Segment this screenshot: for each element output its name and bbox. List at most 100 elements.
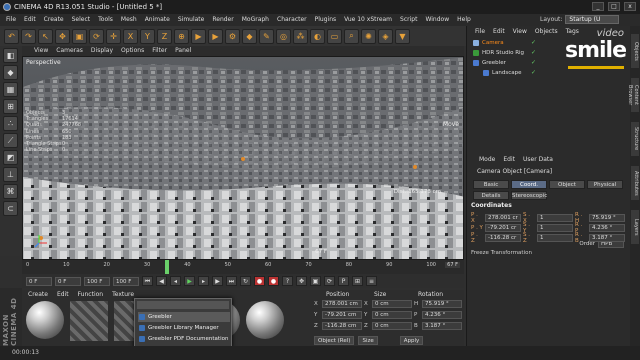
- go-to-start-icon[interactable]: ⏮: [142, 276, 153, 286]
- material-menu-function[interactable]: Function: [78, 290, 104, 299]
- coord-mode-dropdown[interactable]: Object (Rel): [314, 336, 355, 345]
- live-select-icon[interactable]: ✛: [106, 28, 121, 44]
- object-menu-file[interactable]: File: [475, 27, 485, 37]
- next-frame-icon[interactable]: ▸: [198, 276, 209, 286]
- coord-rot-field[interactable]: 3.187 °: [422, 322, 462, 330]
- tab-basic[interactable]: Basic: [473, 180, 509, 189]
- timeline-playhead[interactable]: [165, 260, 170, 274]
- select-arrow-icon[interactable]: ↖: [38, 28, 53, 44]
- minimize-button[interactable]: _: [592, 2, 604, 11]
- autokey-icon[interactable]: ●: [268, 276, 279, 286]
- material-menu-create[interactable]: Create: [28, 290, 48, 299]
- attribute-coord-field[interactable]: 4.236 °: [589, 224, 625, 232]
- attribute-coord-field[interactable]: 278.001 cr: [485, 214, 521, 222]
- scale-key-icon[interactable]: ▣: [310, 276, 321, 286]
- redo-icon[interactable]: ↷: [21, 28, 36, 44]
- workplane-icon[interactable]: ⊞: [3, 99, 18, 114]
- menu-item-window[interactable]: Window: [425, 14, 449, 26]
- key-selection-icon[interactable]: ?: [282, 276, 293, 286]
- edges-mode-icon[interactable]: ⟋: [3, 133, 18, 148]
- plugin-menu-item[interactable]: Greebler Library Manager: [138, 323, 230, 333]
- max-frame-field[interactable]: 100 F: [113, 276, 139, 286]
- coord-pos-field[interactable]: 278.001 cm: [322, 300, 362, 308]
- cube-icon[interactable]: ◆: [242, 28, 257, 44]
- scale-tool-icon[interactable]: ▣: [72, 28, 87, 44]
- model-mode-icon[interactable]: ◆: [3, 65, 18, 80]
- tab-physical[interactable]: Physical: [587, 180, 623, 189]
- play-icon[interactable]: ▶: [184, 276, 195, 286]
- points-mode-icon[interactable]: ∴: [3, 116, 18, 131]
- right-tab-content-browser[interactable]: Content Browser: [627, 78, 639, 112]
- coord-pos-field[interactable]: -116.28 cm: [322, 322, 362, 330]
- menu-item-mograph[interactable]: MoGraph: [242, 14, 269, 26]
- undo-icon[interactable]: ↶: [4, 28, 19, 44]
- visibility-check-icon[interactable]: ✓: [531, 68, 536, 78]
- prev-key-icon[interactable]: ◀: [156, 276, 167, 286]
- camera-icon[interactable]: ⌕: [344, 28, 359, 44]
- viewport-menu-display[interactable]: Display: [91, 46, 113, 56]
- attribute-menu-mode[interactable]: Mode: [479, 155, 495, 165]
- texture-mode-icon[interactable]: ▦: [3, 82, 18, 97]
- layout-selector[interactable]: Layout: Startup (U: [540, 15, 620, 24]
- param-key-icon[interactable]: P: [338, 276, 349, 286]
- attribute-coord-field[interactable]: -116.28 cr: [485, 234, 521, 242]
- deformer-icon[interactable]: ◐: [310, 28, 325, 44]
- visibility-check-icon[interactable]: ✓: [531, 58, 536, 68]
- material-swatch[interactable]: [70, 301, 108, 341]
- menu-item-mesh[interactable]: Mesh: [121, 14, 137, 26]
- attribute-coord-field[interactable]: 1: [537, 234, 573, 242]
- menu-item-edit[interactable]: Edit: [24, 14, 36, 26]
- freeze-transformation-section[interactable]: Freeze Transformation: [471, 250, 532, 256]
- coord-size-field[interactable]: 0 cm: [372, 300, 412, 308]
- visibility-check-icon[interactable]: ✓: [531, 48, 536, 58]
- attribute-coord-field[interactable]: -79.201 cr: [485, 224, 521, 232]
- render-picture-viewer-icon[interactable]: ▶: [208, 28, 223, 44]
- pla-key-icon[interactable]: ⊞: [352, 276, 363, 286]
- light-icon[interactable]: ✺: [361, 28, 376, 44]
- viewport-menu-cameras[interactable]: Cameras: [56, 46, 83, 56]
- timeline-menu-icon[interactable]: ≡: [366, 276, 377, 286]
- material-swatch[interactable]: [246, 301, 284, 339]
- menu-item-tools[interactable]: Tools: [98, 14, 113, 26]
- object-menu-view[interactable]: View: [513, 27, 527, 37]
- object-menu-objects[interactable]: Objects: [535, 27, 558, 37]
- attribute-menu-edit[interactable]: Edit: [503, 155, 515, 165]
- coord-size-field[interactable]: 0 cm: [372, 322, 412, 330]
- tweak-mode-icon[interactable]: ⌘: [3, 184, 18, 199]
- menu-item-plugins[interactable]: Plugins: [315, 14, 337, 26]
- tab-coord[interactable]: Coord.: [511, 180, 547, 189]
- coord-size-field[interactable]: 0 cm: [372, 311, 412, 319]
- go-to-end-icon[interactable]: ⏭: [226, 276, 237, 286]
- move-key-icon[interactable]: ✥: [296, 276, 307, 286]
- rotate-key-icon[interactable]: ⟳: [324, 276, 335, 286]
- right-tab-attributes[interactable]: Attributes: [631, 166, 639, 200]
- end-frame-field[interactable]: 100 F: [84, 276, 110, 286]
- snap-icon[interactable]: ⊂: [3, 201, 18, 216]
- material-menu-edit[interactable]: Edit: [57, 290, 69, 299]
- menu-item-simulate[interactable]: Simulate: [178, 14, 205, 26]
- floor-icon[interactable]: ▭: [327, 28, 342, 44]
- plugin-menu-item[interactable]: Greebler PDF Documentation: [138, 334, 230, 344]
- axis-mode-icon[interactable]: ⊥: [3, 167, 18, 182]
- right-tab-structure[interactable]: Structure: [631, 122, 639, 156]
- axis-x-icon[interactable]: X: [123, 28, 138, 44]
- coord-rot-field[interactable]: 4.236 °: [422, 311, 462, 319]
- loop-icon[interactable]: ↻: [240, 276, 251, 286]
- tab-object[interactable]: Object: [549, 180, 585, 189]
- current-frame-field[interactable]: 0 F: [55, 276, 81, 286]
- layout-dropdown[interactable]: Startup (U: [565, 15, 620, 24]
- plugin-menu-item[interactable]: Greebler: [138, 312, 230, 322]
- menu-item-character[interactable]: Character: [277, 14, 307, 26]
- attribute-coord-field[interactable]: 75.919 °: [589, 214, 625, 222]
- array-icon[interactable]: ⁂: [293, 28, 308, 44]
- right-tab-layers[interactable]: Layers: [631, 210, 639, 244]
- polygons-mode-icon[interactable]: ◩: [3, 150, 18, 165]
- viewport-menu-view[interactable]: View: [34, 46, 48, 56]
- attribute-coord-field[interactable]: 3.187 °: [589, 234, 625, 242]
- object-menu-edit[interactable]: Edit: [493, 27, 505, 37]
- timeline[interactable]: 0 10 20 30 40 50 60 70 80 90 100 67 F: [22, 260, 464, 274]
- make-editable-icon[interactable]: ◧: [3, 48, 18, 63]
- vue-icon[interactable]: ◈: [378, 28, 393, 44]
- tab-stereoscopic[interactable]: Stereoscopic: [511, 191, 547, 200]
- prev-frame-icon[interactable]: ◂: [170, 276, 181, 286]
